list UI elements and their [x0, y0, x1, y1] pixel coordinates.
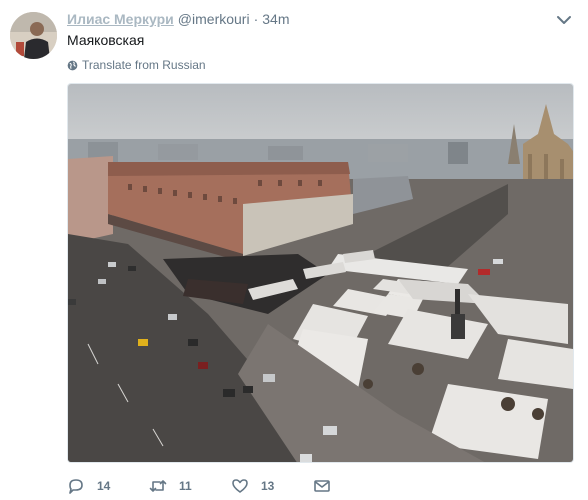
- tweet-timestamp[interactable]: 34m: [262, 11, 289, 27]
- like-button[interactable]: 13: [231, 478, 313, 494]
- globe-icon: [67, 60, 78, 70]
- avatar[interactable]: [10, 12, 57, 59]
- reply-icon: [69, 479, 83, 494]
- retweet-button[interactable]: 11: [149, 478, 231, 494]
- envelope-icon: [314, 480, 330, 492]
- like-count: 13: [261, 479, 275, 493]
- chevron-down-icon[interactable]: [556, 14, 572, 26]
- author-display-name[interactable]: Илиас Меркури: [67, 11, 174, 27]
- retweet-count: 11: [179, 479, 192, 493]
- reply-count: 14: [97, 479, 111, 493]
- heart-icon: [232, 479, 248, 493]
- reply-button[interactable]: 14: [67, 478, 149, 494]
- aerial-square-photo: [68, 84, 573, 462]
- retweet-icon: [149, 480, 167, 492]
- direct-message-button[interactable]: [313, 478, 343, 494]
- tweet: Илиас Меркури @imerkouri · 34m Маяковска…: [0, 0, 588, 500]
- tweet-header: Илиас Меркури @imerkouri · 34m: [67, 11, 289, 29]
- author-handle[interactable]: @imerkouri: [178, 11, 250, 27]
- tweet-text: Маяковская: [67, 32, 145, 48]
- translate-label: Translate from Russian: [82, 58, 206, 72]
- translate-link[interactable]: Translate from Russian: [67, 58, 206, 72]
- separator-dot: ·: [253, 11, 259, 27]
- tweet-actions: 14 11 13: [67, 478, 343, 494]
- tweet-photo[interactable]: [67, 83, 574, 463]
